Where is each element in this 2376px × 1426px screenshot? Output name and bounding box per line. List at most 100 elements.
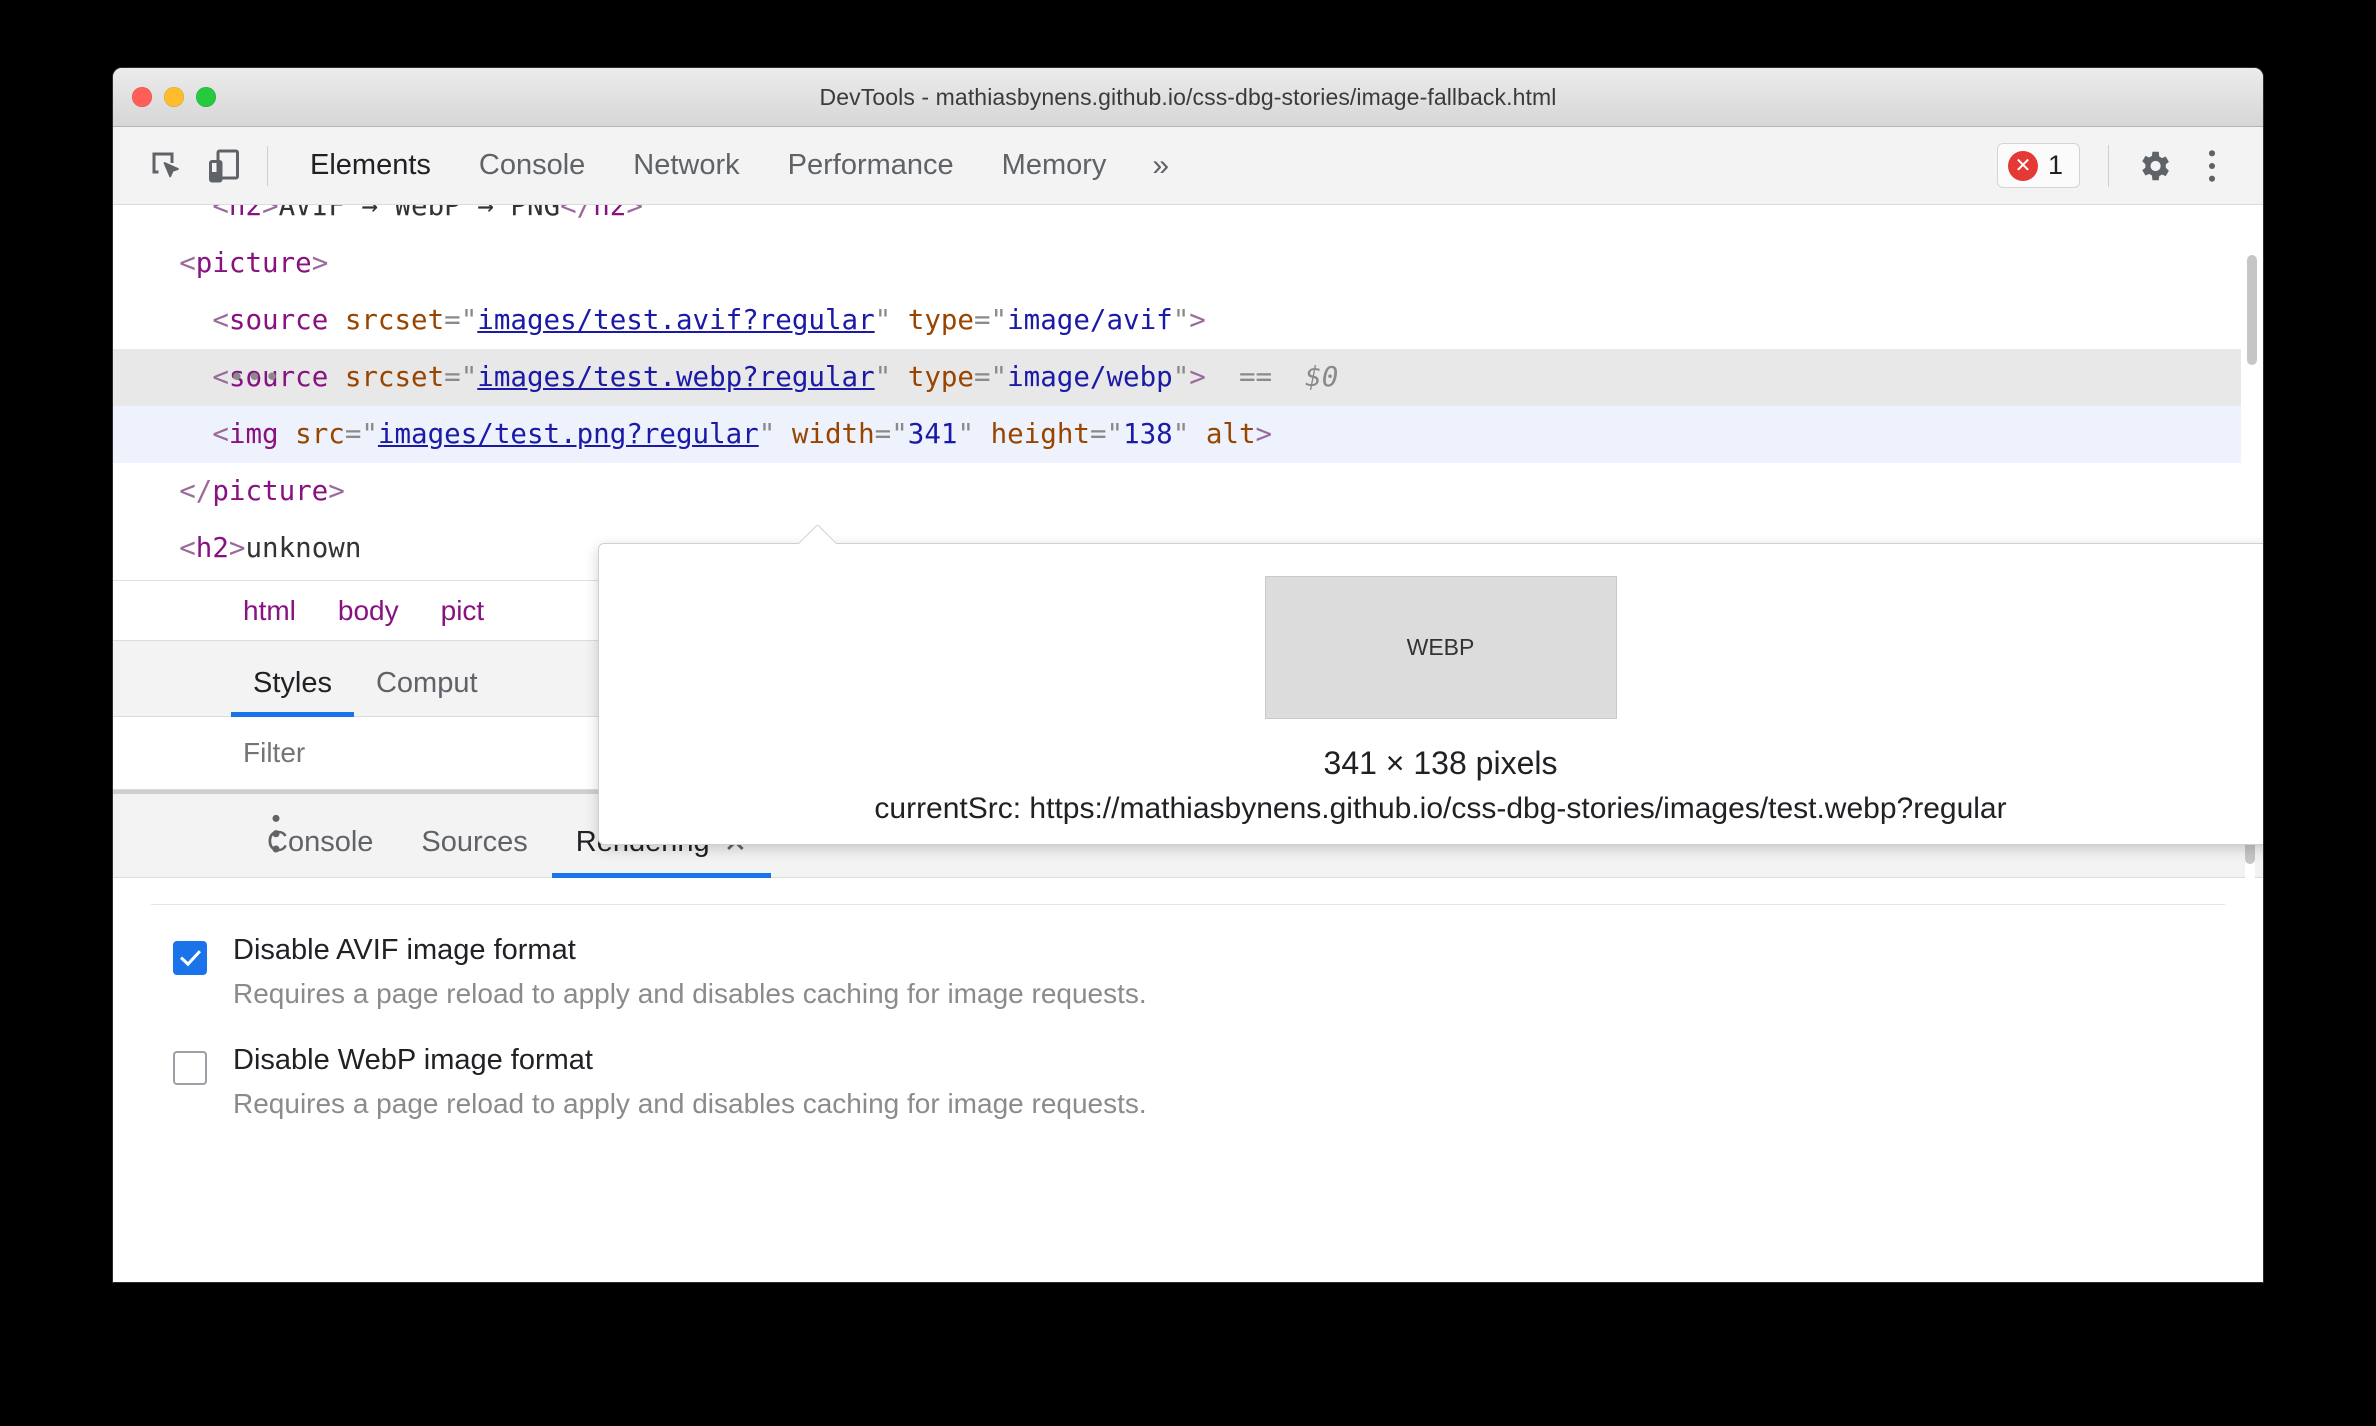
zoom-window-button[interactable] xyxy=(196,87,216,107)
breadcrumb-item-body[interactable]: body xyxy=(338,595,399,627)
dom-token-tag: img xyxy=(228,418,279,450)
dom-tree-scroll-thumb[interactable] xyxy=(2247,255,2257,365)
dom-token-plain xyxy=(328,304,345,336)
dom-token-tag: picture xyxy=(195,247,312,279)
disable-avif-description: Requires a page reload to apply and disa… xyxy=(233,978,1147,1010)
dom-token-tag: source xyxy=(228,304,329,336)
breadcrumb-item-picture[interactable]: pict xyxy=(441,595,485,627)
error-count-badge[interactable]: ✕ 1 xyxy=(1996,143,2080,188)
rendering-panel-body: Disable AVIF image format Requires a pag… xyxy=(113,878,2263,1209)
tab-computed[interactable]: Comput xyxy=(354,667,500,716)
window-titlebar: DevTools - mathiasbynens.github.io/css-d… xyxy=(113,68,2263,127)
dom-token-link: images/test.png?regular xyxy=(377,418,759,450)
dom-token-attr: srcset xyxy=(344,361,445,393)
inspect-element-icon xyxy=(152,152,179,177)
dom-token-eq: =" xyxy=(974,304,1008,336)
main-menu-button[interactable] xyxy=(2183,137,2241,195)
breadcrumb-item-html[interactable]: html xyxy=(243,595,296,627)
tab-performance[interactable]: Performance xyxy=(764,149,978,182)
dom-token-text: AVIF → WebP → PNG xyxy=(278,205,561,222)
dom-token-attr: type xyxy=(907,304,974,336)
setting-disable-webp[interactable]: Disable WebP image format Requires a pag… xyxy=(113,1041,2263,1151)
elements-dom-tree[interactable]: <h2>AVIF → WebP → PNG</h2> <picture> <so… xyxy=(113,205,2263,581)
disable-avif-label: Disable AVIF image format xyxy=(233,934,576,966)
dom-token-punct: < xyxy=(113,304,229,336)
device-toolbar-button[interactable] xyxy=(195,137,253,195)
line-picture-close[interactable]: </picture> xyxy=(113,463,2241,520)
dom-token-punct: > xyxy=(1255,418,1273,450)
dom-token-val: 138 xyxy=(1123,418,1173,450)
line-source-avif[interactable]: <source srcset =" images/test.avif?regular… xyxy=(113,292,2241,349)
dom-token-eq: " xyxy=(758,418,776,450)
drawer-tab-console-label: Console xyxy=(267,826,374,858)
more-tabs-chevron-icon[interactable]: » xyxy=(1130,149,1191,183)
line-picture-open[interactable]: <picture> xyxy=(113,235,2241,292)
disable-avif-checkbox[interactable] xyxy=(173,941,207,975)
dom-token-eq: " xyxy=(1172,304,1190,336)
inspect-element-button[interactable] xyxy=(137,137,195,195)
tab-elements[interactable]: Elements xyxy=(286,149,455,182)
line-h2-avif[interactable]: <h2>AVIF → WebP → PNG</h2> xyxy=(113,205,2241,235)
dom-token-punct: > xyxy=(328,475,345,507)
dom-token-text: unknown xyxy=(245,532,362,564)
dom-token-val: image/webp xyxy=(1007,361,1173,393)
dom-token-eq: " xyxy=(874,304,892,336)
dom-token-punct: < xyxy=(113,247,196,279)
image-preview-label: WEBP xyxy=(1406,634,1475,660)
devtools-main-toolbar: Elements Console Network Performance Mem… xyxy=(113,127,2263,205)
dom-token-punct: < xyxy=(113,532,196,564)
dom-token-punct: < xyxy=(113,205,229,222)
dom-token-tag: picture xyxy=(212,475,329,507)
tab-memory[interactable]: Memory xyxy=(978,149,1131,182)
expand-ellipsis-badge[interactable]: ••• xyxy=(229,365,282,391)
dom-token-eq: =" xyxy=(1089,418,1124,450)
dom-token-eq: " xyxy=(1172,418,1190,450)
drawer-tab-sources[interactable]: Sources xyxy=(397,826,551,877)
dom-token-punct: > xyxy=(1189,361,1206,393)
disable-webp-text: Disable WebP image format Requires a pag… xyxy=(207,1041,1147,1123)
image-preview-thumbnail: WEBP xyxy=(1264,576,1617,719)
gear-icon xyxy=(2142,151,2169,180)
image-preview-tooltip: WEBP 341 × 138 pixels currentSrc: https:… xyxy=(598,543,2263,845)
dom-token-eq: =" xyxy=(444,361,478,393)
dom-token-attr: srcset xyxy=(344,304,445,336)
dom-token-eq: " xyxy=(1172,361,1190,393)
close-window-button[interactable] xyxy=(132,87,152,107)
window-title: DevTools - mathiasbynens.github.io/css-d… xyxy=(819,83,1557,110)
traffic-lights xyxy=(132,87,216,107)
settings-button[interactable] xyxy=(2125,137,2183,195)
tab-styles[interactable]: Styles xyxy=(231,667,354,717)
drawer-tab-sources-label: Sources xyxy=(421,826,528,858)
disable-webp-checkbox[interactable] xyxy=(173,1051,207,1086)
tab-console[interactable]: Console xyxy=(455,149,609,182)
line-source-webp[interactable]: ••• <source srcset="images/test.webp?reg… xyxy=(113,349,2241,406)
setting-disable-avif[interactable]: Disable AVIF image format Requires a pag… xyxy=(113,931,2263,1041)
dom-token-attr: width xyxy=(791,418,875,450)
dom-token-tag: h2 xyxy=(228,205,263,222)
line-img[interactable]: <img src="images/test.png?regular" width… xyxy=(113,406,2241,463)
dom-token-plain xyxy=(891,304,908,336)
devtools-drawer: Console Sources Rendering ✕ ✕ Disable AV… xyxy=(113,790,2263,1209)
tab-network[interactable]: Network xyxy=(609,149,763,182)
minimize-window-button[interactable] xyxy=(164,87,184,107)
dom-token-eq: " xyxy=(874,361,892,393)
dom-token-selref: == $0 xyxy=(1205,361,1339,393)
image-dimensions-label: 341 × 138 pixels xyxy=(1323,745,1558,781)
dom-token-punct: </ xyxy=(113,475,213,507)
dom-token-punct: > xyxy=(228,532,246,564)
error-x-icon: ✕ xyxy=(2007,150,2038,181)
dom-token-punct: > xyxy=(626,205,643,222)
dom-token-eq: " xyxy=(957,418,975,450)
dom-token-tag: h2 xyxy=(195,532,229,564)
image-current-src-label: currentSrc: https://mathiasbynens.github… xyxy=(874,792,2007,825)
dom-tree-scrollbar[interactable] xyxy=(2247,235,2257,565)
dom-token-attr: alt xyxy=(1205,418,1256,450)
drawer-scrollbar[interactable] xyxy=(2245,804,2255,1199)
disable-webp-description: Requires a page reload to apply and disa… xyxy=(233,1088,1147,1120)
dom-token-link: images/test.avif?regular xyxy=(477,304,875,336)
dom-token-plain xyxy=(279,418,296,450)
drawer-tab-console[interactable]: Console xyxy=(243,826,397,877)
rendering-divider xyxy=(151,904,2225,905)
dom-token-punct: > xyxy=(311,247,329,279)
dom-token-plain xyxy=(891,361,908,393)
